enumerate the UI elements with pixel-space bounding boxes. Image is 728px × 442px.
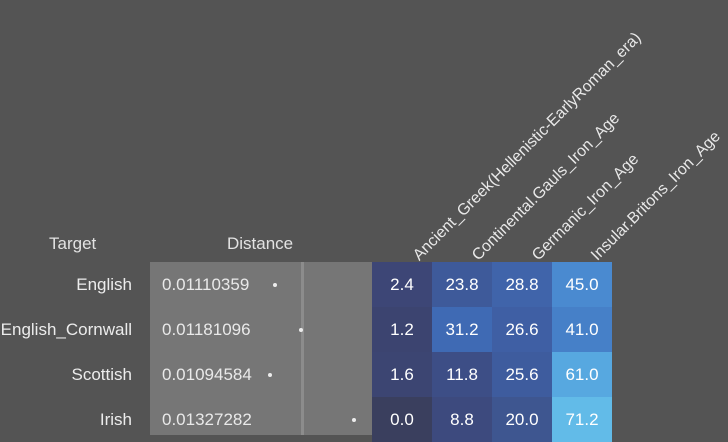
heatmap-cell: 0.0 xyxy=(372,397,432,442)
heatmap-cell: 61.0 xyxy=(552,352,612,397)
heatmap-cell: 23.8 xyxy=(432,262,492,307)
heatmap-cell: 71.2 xyxy=(552,397,612,442)
heatmap-cell: 41.0 xyxy=(552,307,612,352)
target-cell: English xyxy=(76,274,132,294)
heatmap-cell: 31.2 xyxy=(432,307,492,352)
heatmap-cell: 2.4 xyxy=(372,262,432,307)
distance-dot xyxy=(299,328,303,332)
distance-dot xyxy=(273,283,277,287)
heatmap-cell: 28.8 xyxy=(492,262,552,307)
target-header: Target xyxy=(49,234,97,253)
heatmap-cell: 8.8 xyxy=(432,397,492,442)
heatmap-cell: 25.6 xyxy=(492,352,552,397)
heatmap-cell: 20.0 xyxy=(492,397,552,442)
heatmap-cell: 11.8 xyxy=(432,352,492,397)
distance-dot xyxy=(352,418,356,422)
target-cell: Scottish xyxy=(71,364,132,384)
distance-dot xyxy=(268,373,272,377)
heatmap-cell: 1.2 xyxy=(372,307,432,352)
distance-value: 0.01110359 xyxy=(162,274,250,294)
target-cell: Irish xyxy=(99,409,132,429)
distance-column-separator xyxy=(301,262,304,435)
distance-header: Distance xyxy=(227,234,294,253)
column-header-germanic: Germanic_Iron_Age xyxy=(529,150,643,265)
distance-value: 0.01094584 xyxy=(162,364,252,384)
heatmap-cell: 45.0 xyxy=(552,262,612,307)
distance-value: 0.01181096 xyxy=(162,319,251,339)
heatmap-cell: 1.6 xyxy=(372,352,432,397)
heatmap-cell: 26.6 xyxy=(492,307,552,352)
target-cell: English_Cornwall xyxy=(0,319,132,339)
distance-value: 0.01327282 xyxy=(162,409,252,429)
